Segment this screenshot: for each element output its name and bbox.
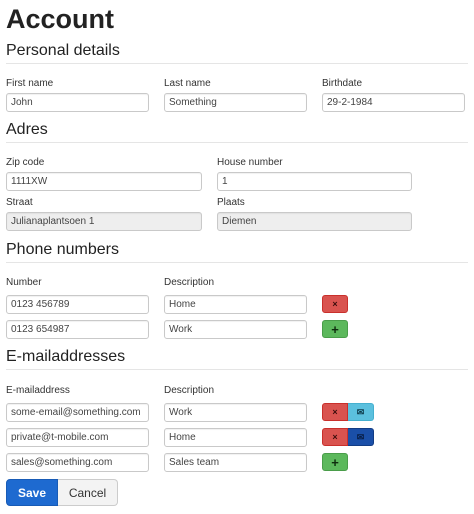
remove-icon: × [332, 432, 338, 442]
remove-email-button[interactable]: × [322, 428, 348, 446]
email-address-field[interactable] [6, 453, 149, 472]
email-address-field[interactable] [6, 403, 149, 422]
email-description-field[interactable] [164, 403, 307, 422]
save-button[interactable]: Save [6, 479, 58, 506]
address-divider [6, 142, 468, 143]
birthdate-field[interactable] [322, 93, 465, 112]
plus-icon: + [331, 321, 339, 337]
birthdate-label: Birthdate [322, 78, 363, 89]
email-description-field[interactable] [164, 453, 307, 472]
zip-code-field[interactable] [6, 172, 202, 191]
address-heading: Adres [6, 121, 48, 138]
email-address-column-label: E-mailaddress [6, 385, 70, 396]
remove-icon: × [332, 299, 338, 309]
phone-number-column-label: Number [6, 277, 42, 288]
first-name-field[interactable] [6, 93, 149, 112]
cancel-button[interactable]: Cancel [58, 479, 118, 506]
phone-number-field[interactable] [6, 295, 149, 314]
envelope-icon: ✉ [356, 431, 365, 442]
remove-phone-button[interactable]: × [322, 295, 348, 313]
phone-numbers-divider [6, 262, 468, 263]
envelope-icon: ✉ [356, 406, 365, 417]
phone-description-field[interactable] [164, 320, 307, 339]
email-description-field[interactable] [164, 428, 307, 447]
set-primary-email-button[interactable]: ✉ [348, 403, 374, 421]
last-name-label: Last name [164, 78, 211, 89]
city-label: Plaats [217, 197, 245, 208]
remove-email-button[interactable]: × [322, 403, 348, 421]
personal-details-heading: Personal details [6, 42, 120, 59]
primary-email-button[interactable]: ✉ [348, 428, 374, 446]
remove-icon: × [332, 407, 338, 417]
add-email-button[interactable]: + [322, 453, 348, 471]
email-addresses-divider [6, 369, 468, 370]
email-description-column-label: Description [164, 385, 215, 396]
street-field [6, 212, 202, 231]
personal-details-divider [6, 63, 468, 64]
phone-description-field[interactable] [164, 295, 307, 314]
email-addresses-heading: E-mailaddresses [6, 348, 126, 365]
first-name-label: First name [6, 78, 54, 89]
last-name-field[interactable] [164, 93, 307, 112]
house-number-label: House number [217, 157, 283, 168]
email-address-field[interactable] [6, 428, 149, 447]
phone-description-column-label: Description [164, 277, 215, 288]
city-field [217, 212, 412, 231]
add-phone-button[interactable]: + [322, 320, 348, 338]
phone-number-field[interactable] [6, 320, 149, 339]
street-label: Straat [6, 197, 33, 208]
phone-numbers-heading: Phone numbers [6, 241, 119, 258]
house-number-field[interactable] [217, 172, 412, 191]
zip-code-label: Zip code [6, 157, 45, 168]
plus-icon: + [331, 454, 339, 470]
page-title: Account [6, 4, 114, 34]
